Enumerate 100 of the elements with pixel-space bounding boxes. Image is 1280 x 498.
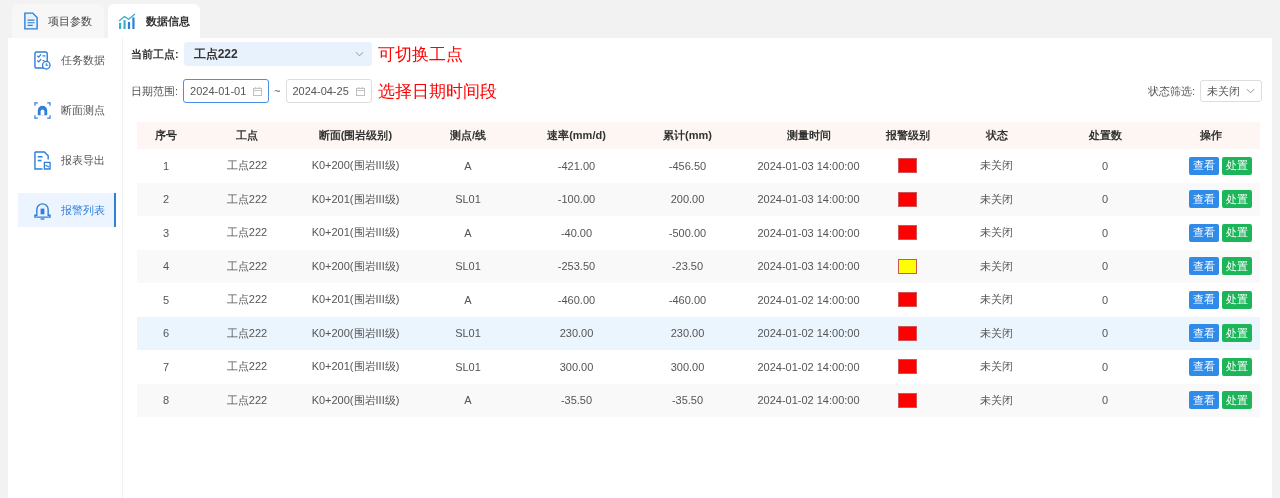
site-select[interactable]: 工点222 xyxy=(183,42,372,66)
table-cell-text: 工点222 xyxy=(225,191,269,207)
table-cell-text: 未关闭 xyxy=(979,191,1014,207)
view-button[interactable]: 查看 xyxy=(1189,156,1219,175)
sidebar-label: 断面测点 xyxy=(61,102,105,118)
table-cell-text: K0+200(围岩III级) xyxy=(310,325,401,341)
table-row[interactable]: 6 工点222 K0+200(围岩III级) SL01 230.00 230.00 2024-01-02 14:00:00 未关闭 0 查看 处置 xyxy=(137,316,1260,350)
status-filter-label: 状态筛选: xyxy=(1147,83,1195,99)
table-cell-text: 工点222 xyxy=(225,225,269,241)
column-header: 工点 xyxy=(235,128,259,143)
sidebar-item[interactable]: 断面测点 xyxy=(18,93,116,127)
column-header: 操作 xyxy=(1198,128,1223,143)
table-cell-text: 工点222 xyxy=(225,325,269,341)
table-cell-text: -23.50 xyxy=(670,260,705,273)
table-cell-text: 230.00 xyxy=(558,327,595,340)
table-cell-text: 300.00 xyxy=(558,360,595,373)
column-header: 处置数 xyxy=(1087,128,1123,143)
table-cell-text: -253.50 xyxy=(556,260,597,273)
end-date-field[interactable]: 2024-04-25 xyxy=(285,79,372,103)
table-cell-text: SL01 xyxy=(454,360,482,373)
table-cell-text: 4 xyxy=(161,260,171,273)
column-header: 报警级别 xyxy=(884,128,931,143)
table-cell-text: 未关闭 xyxy=(979,258,1014,274)
table-cell-text: 2024-01-02 14:00:00 xyxy=(756,394,861,407)
table-cell-text: 2024-01-03 14:00:00 xyxy=(756,260,861,273)
bar-chart-icon xyxy=(118,13,136,29)
table-row[interactable]: 7 工点222 K0+201(围岩III级) SL01 300.00 300.00 2024-01-02 14:00:00 未关闭 0 查看 处置 xyxy=(137,350,1260,384)
view-button[interactable]: 查看 xyxy=(1189,324,1219,343)
start-date-field[interactable]: 2024-01-01 xyxy=(183,79,270,103)
table-row[interactable]: 2 工点222 K0+201(围岩III级) SL01 -100.00 200.00 2024-01-03 14:00:00 未关闭 0 查看 处置 xyxy=(137,182,1260,216)
table-cell-text: 0 xyxy=(1100,327,1110,340)
table-cell-text: 2024-01-02 14:00:00 xyxy=(756,293,861,306)
table-cell-text: K0+200(围岩III级) xyxy=(310,392,401,408)
table-cell-text: 8 xyxy=(161,394,171,407)
table-cell-text: -460.00 xyxy=(556,293,597,306)
table-row[interactable]: 1 工点222 K0+200(围岩III级) A -421.00 -456.50 2024-01-03 14:00:00 未关闭 0 查看 处置 xyxy=(137,149,1260,183)
table-cell-text: -100.00 xyxy=(556,193,597,206)
annotation-text: 选择日期时间段 xyxy=(377,80,497,103)
view-button[interactable]: 查看 xyxy=(1189,223,1219,242)
column-header: 测点/线 xyxy=(448,128,488,143)
sidebar-label: 任务数据 xyxy=(61,52,105,68)
view-button[interactable]: 查看 xyxy=(1189,190,1219,209)
table-cell-text: 工点222 xyxy=(225,359,269,375)
view-button[interactable]: 查看 xyxy=(1189,391,1219,410)
view-button[interactable]: 查看 xyxy=(1189,257,1219,276)
table-cell-text: A xyxy=(463,394,473,407)
table-cell-text: 工点222 xyxy=(225,392,269,408)
table-cell-text: -421.00 xyxy=(556,159,597,172)
column-header: 状态 xyxy=(984,128,1009,143)
table-cell-text: K0+201(围岩III级) xyxy=(310,191,401,207)
chevron-down-icon xyxy=(354,51,364,57)
column-header: 速率(mm/d) xyxy=(546,128,607,143)
table-cell-text: 工点222 xyxy=(225,158,269,174)
column-header: 累计(mm) xyxy=(662,128,713,143)
table-cell-text: 0 xyxy=(1100,293,1110,306)
status-select[interactable]: 未关闭 xyxy=(1200,80,1262,102)
table-cell-text: 未关闭 xyxy=(979,225,1014,241)
table-cell-text: A xyxy=(463,159,473,172)
tab[interactable]: 数据信息 xyxy=(108,4,200,38)
tab[interactable]: 项目参数 xyxy=(12,4,104,38)
table-cell-text: 0 xyxy=(1100,226,1110,239)
column-header: 序号 xyxy=(154,128,178,143)
table-cell-text: 3 xyxy=(161,226,171,239)
table-cell-text: K0+201(围岩III级) xyxy=(310,359,401,375)
table-cell-text: SL01 xyxy=(454,193,482,206)
table-row[interactable]: 3 工点222 K0+201(围岩III级) A -40.00 -500.00 2024-01-03 14:00:00 未关闭 0 查看 处置 xyxy=(137,216,1260,250)
table-row[interactable]: 5 工点222 K0+201(围岩III级) A -460.00 -460.00 2024-01-02 14:00:00 未关闭 0 查看 处置 xyxy=(137,283,1260,317)
site-label: 当前工点: xyxy=(131,46,179,62)
column-header: 测量时间 xyxy=(785,128,832,143)
view-button[interactable]: 查看 xyxy=(1189,357,1219,376)
table-cell-text: 2024-01-02 14:00:00 xyxy=(756,327,861,340)
report-icon xyxy=(34,150,51,170)
table-cell-text: SL01 xyxy=(454,260,482,273)
date-label: 日期范围: xyxy=(131,83,179,99)
sidebar-item[interactable]: 报警列表 xyxy=(18,193,116,227)
table-cell-text: 工点222 xyxy=(225,258,269,274)
table-cell-text: 300.00 xyxy=(669,360,706,373)
table-row[interactable]: 8 工点222 K0+200(围岩III级) A -35.50 -35.50 2024-01-02 14:00:00 未关闭 0 查看 处置 xyxy=(137,383,1260,417)
sidebar-label: 报警列表 xyxy=(61,202,105,218)
calendar-icon xyxy=(253,86,263,96)
table-cell-text: 2024-01-03 14:00:00 xyxy=(756,193,861,206)
table-row[interactable]: 4 工点222 K0+200(围岩III级) SL01 -253.50 -23.50 2024-01-03 14:00:00 未关闭 0 查看 处置 xyxy=(137,249,1260,283)
table-cell-text: 200.00 xyxy=(669,193,706,206)
sidebar-label: 报表导出 xyxy=(61,152,105,168)
bell-icon xyxy=(34,200,51,220)
table-cell-text: -456.50 xyxy=(667,159,708,172)
table-cell-text: 2024-01-02 14:00:00 xyxy=(756,360,861,373)
sidebar-item[interactable]: 报表导出 xyxy=(18,143,116,177)
view-button[interactable]: 查看 xyxy=(1189,290,1219,309)
column-header: 断面(围岩级别) xyxy=(317,128,394,143)
table-cell-text: -460.00 xyxy=(667,293,708,306)
table-cell-text: -500.00 xyxy=(667,226,708,239)
sidebar-item[interactable]: 任务数据 xyxy=(18,43,116,77)
table-cell-text: 0 xyxy=(1100,193,1110,206)
table-cell-text: 0 xyxy=(1100,260,1110,273)
table-cell-text: -40.00 xyxy=(559,226,594,239)
table-cell-text: 230.00 xyxy=(669,327,706,340)
table-cell-text: -35.50 xyxy=(559,394,594,407)
table-cell-text: 0 xyxy=(1100,360,1110,373)
table-cell-text: K0+201(围岩III级) xyxy=(310,292,401,308)
